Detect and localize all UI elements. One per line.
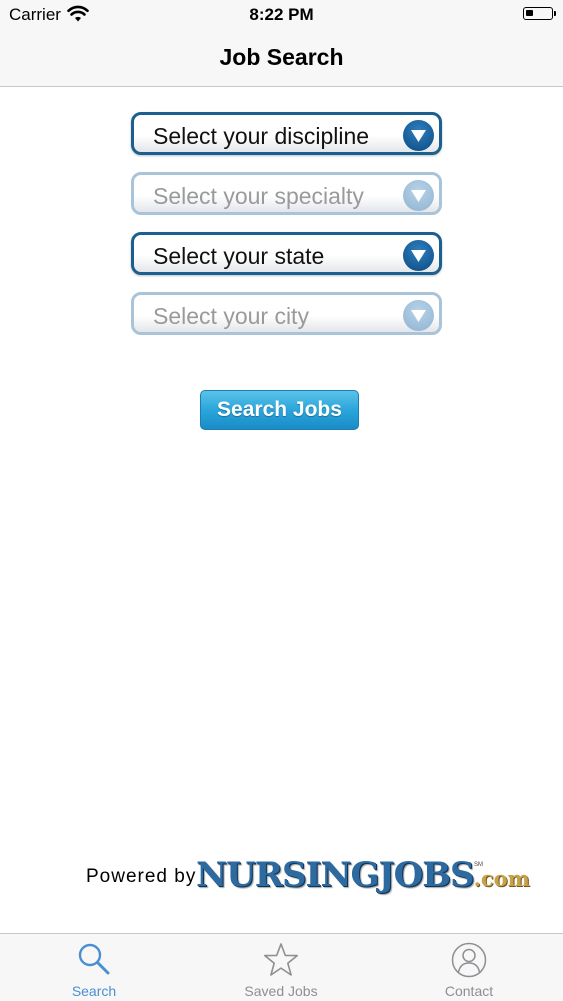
tab-search[interactable]: Search: [24, 934, 164, 1001]
city-select-label: Select your city: [153, 303, 309, 329]
chevron-down-icon: [403, 120, 434, 151]
search-jobs-button[interactable]: Search Jobs: [200, 390, 359, 430]
logo-main-text: NURSINGJOBS: [196, 855, 475, 895]
tab-bar: Search Saved Jobs Contact: [0, 933, 563, 1001]
battery-level: [526, 10, 533, 16]
city-select[interactable]: Select your city: [131, 292, 442, 335]
page-title: Job Search: [219, 44, 344, 70]
tab-saved-jobs-label: Saved Jobs: [244, 983, 318, 999]
search-icon: [78, 943, 110, 975]
nursingjobs-logo[interactable]: NURSINGJOBS.com: [196, 855, 530, 895]
logo-tld-text: .com: [473, 866, 530, 891]
chevron-down-icon: [403, 180, 434, 211]
state-select[interactable]: Select your state: [131, 232, 442, 275]
powered-by-label: Powered by: [86, 866, 197, 887]
discipline-select[interactable]: Select your discipline: [131, 112, 442, 155]
battery-icon: [523, 7, 556, 20]
tab-saved-jobs[interactable]: Saved Jobs: [211, 934, 351, 1001]
state-select-label: Select your state: [153, 243, 325, 269]
tab-search-label: Search: [71, 983, 117, 999]
status-time: 8:22 PM: [249, 5, 314, 24]
specialty-select-label: Select your specialty: [153, 183, 364, 209]
status-bar: Carrier 8:22 PM: [0, 0, 563, 30]
chevron-down-icon: [403, 300, 434, 331]
discipline-select-label: Select your discipline: [153, 123, 370, 149]
star-icon: [264, 943, 298, 976]
tab-contact-label: Contact: [444, 983, 494, 999]
logo-service-mark: SM: [474, 862, 483, 868]
specialty-select[interactable]: Select your specialty: [131, 172, 442, 215]
person-icon: [451, 942, 487, 978]
tab-contact[interactable]: Contact: [399, 934, 539, 1001]
chevron-down-icon: [403, 240, 434, 271]
nav-bar: Job Search: [0, 30, 563, 87]
